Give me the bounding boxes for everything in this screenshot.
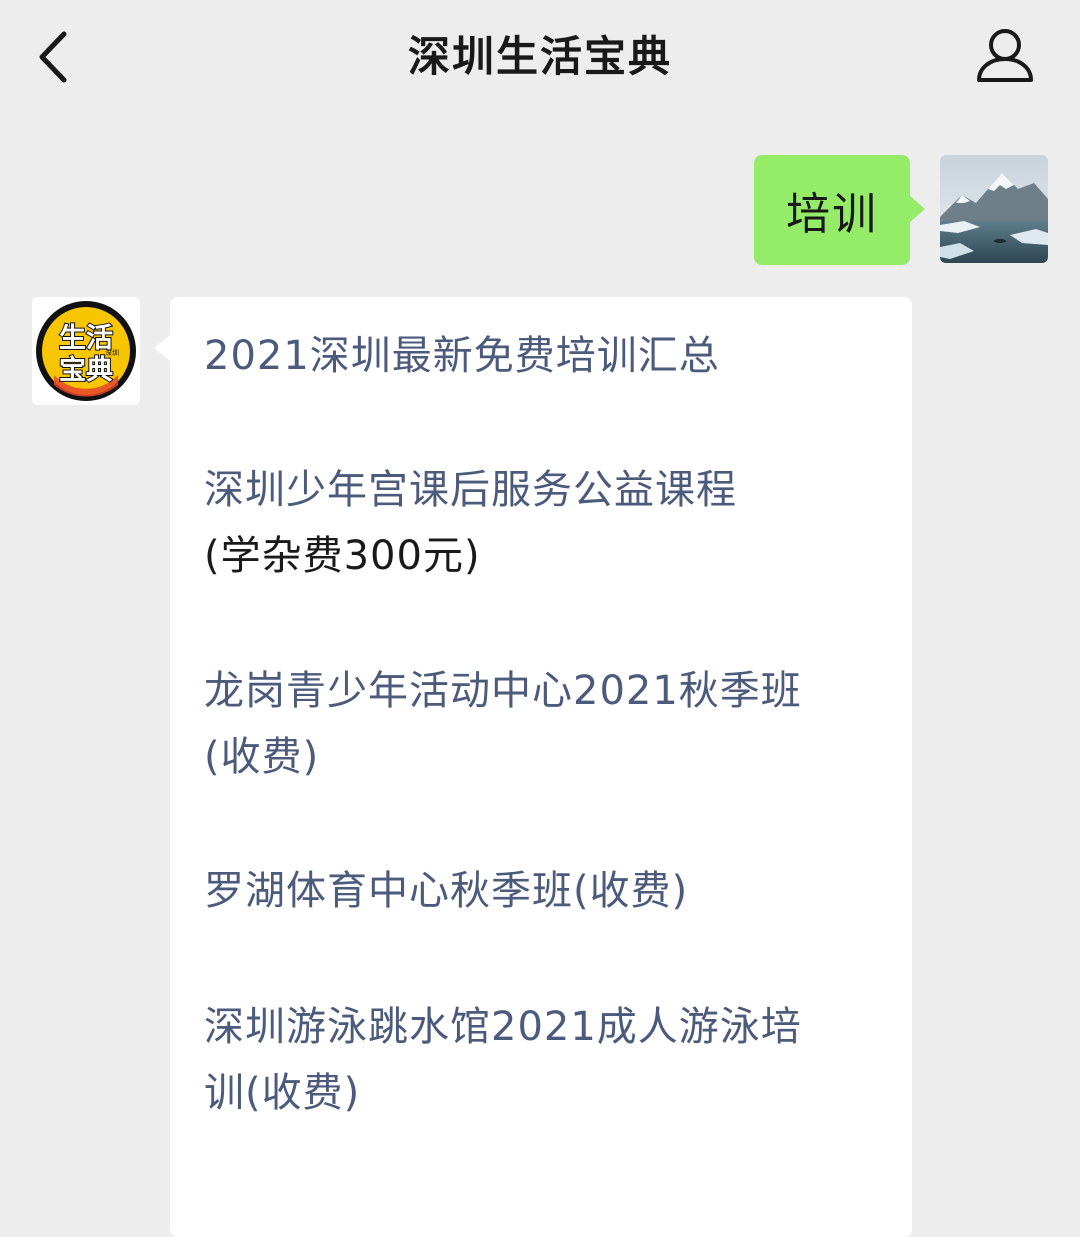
- link-item-youth-palace[interactable]: 深圳少年宫课后服务公益课程 (学杂费300元): [204, 457, 894, 589]
- link-subtext: (收费): [204, 734, 320, 780]
- logo-tag: 深圳: [105, 348, 119, 357]
- person-icon: [977, 29, 1033, 82]
- shenghuo-baodian-logo: 生活 宝典 深圳: [36, 301, 136, 401]
- link-item-free-training[interactable]: 2021深圳最新免费培训汇总: [204, 323, 894, 389]
- profile-button[interactable]: [972, 26, 1038, 88]
- nav-bar: 深圳生活宝典: [0, 0, 1080, 116]
- link-text: 深圳少年宫课后服务公益课程: [204, 467, 737, 513]
- user-message-bubble[interactable]: 培训: [754, 155, 910, 265]
- logo-text-line2: 宝典: [59, 354, 113, 386]
- link-text: 罗湖体育中心秋季班(收费): [204, 868, 689, 914]
- user-message-text: 培训: [786, 189, 878, 240]
- link-subtext: (学杂费300元): [204, 533, 481, 579]
- link-text: 2021深圳最新免费培训汇总: [204, 333, 720, 379]
- user-bubble-tail: [909, 195, 925, 223]
- bot-bubble-tail: [154, 334, 171, 362]
- link-item-luohu-sports[interactable]: 罗湖体育中心秋季班(收费): [204, 858, 894, 924]
- official-account-avatar[interactable]: 生活 宝典 深圳: [32, 297, 140, 405]
- link-subtext: 训(收费): [204, 1070, 361, 1116]
- link-item-longgang-center[interactable]: 龙岗青少年活动中心2021秋季班 (收费): [204, 658, 894, 790]
- link-text: 龙岗青少年活动中心2021秋季班: [204, 668, 802, 714]
- link-item-swimming-diving[interactable]: 深圳游泳跳水馆2021成人游泳培 训(收费): [204, 994, 894, 1126]
- link-text: 深圳游泳跳水馆2021成人游泳培: [204, 1004, 802, 1050]
- mountain-landscape-image: [940, 155, 1048, 263]
- page-title: 深圳生活宝典: [407, 32, 672, 81]
- user-avatar[interactable]: [940, 155, 1048, 263]
